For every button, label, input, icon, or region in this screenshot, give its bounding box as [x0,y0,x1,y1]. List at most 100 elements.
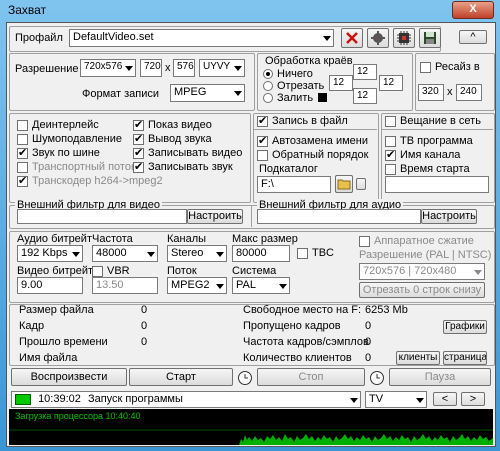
settings-button[interactable] [367,28,389,48]
record-audio-checkbox[interactable]: Записывать звук [133,160,233,173]
transcoder-checkbox[interactable]: Транскодер h264->mpeg2 [17,174,163,187]
stream-select[interactable]: MPEG2 [167,277,227,294]
checkbox-box [133,160,144,173]
hw-resolution-select[interactable]: 720x576 | 720x480 [359,263,485,280]
edge-left-input[interactable]: 12 [329,75,353,91]
divider [251,205,252,227]
hw-cut-lines-button[interactable]: Отрезать 0 строк снизу [359,282,485,298]
resize-checkbox[interactable]: Ресайз в [420,61,480,73]
tv-program-checkbox[interactable]: ТВ программа [385,135,473,147]
play-button[interactable]: Воспроизвести [11,368,127,386]
free-space-value: 6253 Mb [365,304,408,316]
max-size-input[interactable]: 80000 [232,245,290,262]
radio-dot [263,93,273,104]
radio-dot [263,69,273,80]
vbr-input[interactable]: 13.50 [92,277,158,294]
bus-audio-checkbox[interactable]: Звук по шине [17,146,100,160]
bus-audio-label: Звук по шине [32,147,100,160]
fill-color-swatch[interactable] [318,93,327,102]
stream-value: MPEG2 [171,279,210,291]
edge-bottom-input[interactable]: 12 [353,88,377,104]
gear-icon [371,31,385,45]
video-bitrate-input[interactable]: 9.00 [17,277,83,294]
hw-resolution-label: Разрешение (PAL | NTSC) [359,249,492,261]
stop-timer-icon[interactable] [369,370,385,389]
start-button[interactable]: Старт [129,368,233,386]
resolution-preset-select[interactable]: 720x576 [80,59,136,77]
chevron-down-icon [72,251,80,257]
pause-button[interactable]: Пауза [389,368,491,386]
auto-rename-checkbox[interactable]: Автозамена имени [257,134,368,147]
video-filter-setup-button[interactable]: Настроить [187,209,243,224]
page-button[interactable]: страница [443,351,487,365]
tbc-checkbox[interactable]: TBC [297,247,334,259]
save-profile-button[interactable] [419,28,441,48]
channel-name-checkbox[interactable]: Имя канала [385,148,460,161]
record-video-label: Записывать видео [148,147,243,160]
cpu-load-plot [9,429,493,445]
close-button[interactable]: X [452,1,494,19]
file-size-label: Размер файла [19,304,94,316]
audio-bitrate-select[interactable]: 192 Kbps [17,245,83,262]
record-to-file-checkbox[interactable]: Запись в файл [257,114,348,127]
resolution-height-input[interactable]: 576 [173,59,195,77]
chevron-down-icon [279,283,287,289]
record-video-checkbox[interactable]: Записывать видео [133,146,243,160]
hw-compression-checkbox[interactable]: Аппаратное сжатие [359,235,474,247]
resize-height-input[interactable]: 240 [456,84,482,101]
stop-button[interactable]: Стоп [257,368,365,386]
checkbox-box [133,146,144,159]
edges-cut-radio[interactable]: Отрезать [263,80,324,92]
audio-out-checkbox[interactable]: Вывод звука [133,132,212,145]
colorspace-select[interactable]: UYVY [199,59,245,77]
edges-fill-radio[interactable]: Залить [263,92,313,104]
file-size-value: 0 [141,304,148,316]
start-timer-icon[interactable] [237,370,253,389]
clients-button[interactable]: клиенты [396,351,440,365]
format-select[interactable]: MPEG [170,84,245,102]
dropped-frames-label: Пропущено кадров [243,320,341,332]
profile-select[interactable]: DefaultVideo.set [69,29,334,47]
save-icon [424,32,436,44]
delete-profile-button[interactable] [341,28,363,48]
graphics-button[interactable]: Графики [443,320,487,334]
chip-button[interactable] [393,28,415,48]
frequency-select[interactable]: 48000 [92,245,158,262]
show-video-checkbox[interactable]: Показ видео [133,118,212,132]
browse-folder-button[interactable] [335,175,353,193]
audio-filter-setup-button[interactable]: Настроить [421,209,477,224]
divider [253,129,377,130]
next-button[interactable]: > [461,392,485,406]
channels-select[interactable]: Stereo [167,245,227,262]
transport-stream-checkbox[interactable]: Транспортный поток [17,161,136,173]
denoise-checkbox[interactable]: Шумоподавление [17,133,122,145]
edges-none-radio[interactable]: Ничего [263,68,313,80]
vbr-checkbox[interactable]: VBR [92,265,130,277]
start-time-label: Время старта [400,163,470,176]
video-filter-input[interactable] [17,209,187,224]
log-select[interactable]: 10:39:02 Запуск программы [11,391,361,408]
broadcast-checkbox[interactable]: Вещание в сеть [385,115,481,127]
mode-select[interactable]: TV [365,391,427,408]
checkbox-box [17,146,28,159]
audio-filter-input[interactable] [257,209,421,224]
resolution-width-input[interactable]: 720 [140,59,162,77]
resize-width-input[interactable]: 320 [418,84,444,101]
edge-top-input[interactable]: 12 [353,64,377,80]
dropped-frames-value: 0 [365,320,372,332]
reverse-order-label: Обратный порядок [272,149,369,162]
collapse-button[interactable]: ^ [459,30,487,44]
start-time-checkbox[interactable]: Время старта [385,163,470,175]
edge-right-input[interactable]: 12 [379,75,403,91]
video-bitrate-label: Видео битрейт [17,265,94,277]
prev-button[interactable]: < [433,392,457,406]
start-time-input[interactable] [385,176,489,193]
chevron-down-icon [216,251,224,257]
subdir-input[interactable]: F:\ [257,176,331,193]
show-video-label: Показ видео [148,119,212,132]
checkbox-box [92,265,103,277]
subdir-toggle-button[interactable] [356,178,366,190]
reverse-order-checkbox[interactable]: Обратный порядок [257,149,368,161]
deinterlace-checkbox[interactable]: Деинтерлейс [17,119,99,131]
system-select[interactable]: PAL [232,277,290,294]
